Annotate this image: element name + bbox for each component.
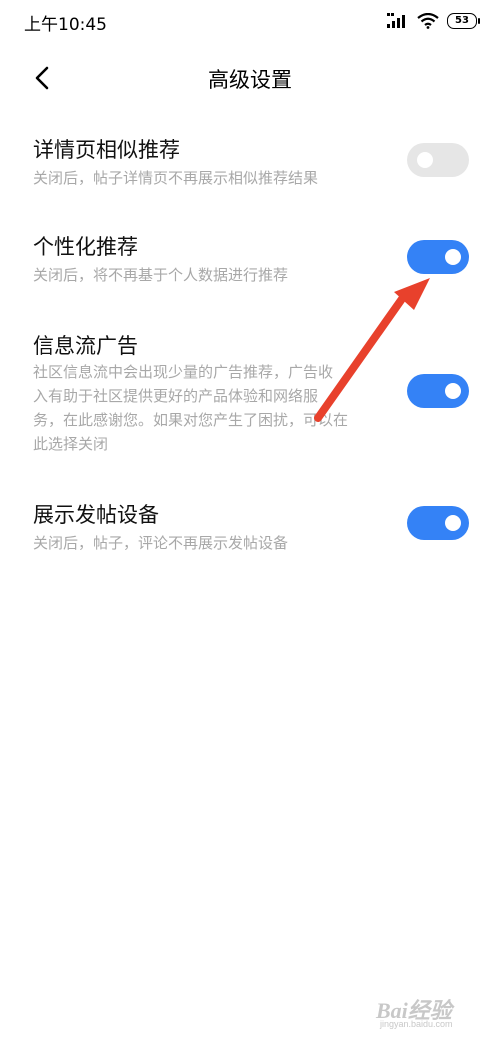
setting-title: 展示发帖设备 [33,503,159,527]
watermark: Bai经验 jingyan.baidu.com [376,991,486,1031]
status-bar: 上午10:45 53 [0,0,500,42]
header: 高级设置 [0,50,500,106]
toggle-personalized-recommendation[interactable] [407,240,469,274]
setting-desc: 关闭后，帖子详情页不再展示相似推荐结果 [33,169,319,187]
status-icons: 53 [387,12,480,30]
setting-desc: 关闭后，将不再基于个人数据进行推荐 [33,266,289,284]
watermark-sub: jingyan.baidu.com [380,1019,453,1029]
battery-icon: 53 [447,13,480,29]
battery-level: 53 [447,13,477,29]
status-time: 上午10:45 [24,15,107,35]
setting-title: 信息流广告 [33,334,138,358]
setting-feed-ads: 信息流广告 社区信息流中会出现少量的广告推荐，广告收 入有助于社区提供更好的产品… [0,330,500,460]
toggle-show-device[interactable] [407,506,469,540]
setting-desc-line: 务，在此感谢您。如果对您产生了困扰，可以在 [33,411,349,429]
setting-desc-line: 此选择关闭 [33,435,109,453]
setting-show-device: 展示发帖设备 关闭后，帖子，评论不再展示发帖设备 [0,499,500,579]
toggle-feed-ads[interactable] [407,374,469,408]
setting-desc-line: 社区信息流中会出现少量的广告推荐，广告收 [33,363,334,381]
setting-desc: 关闭后，帖子，评论不再展示发帖设备 [33,534,289,552]
setting-desc: 社区信息流中会出现少量的广告推荐，广告收 入有助于社区提供更好的产品体验和网络服… [33,360,393,456]
signal-icon [387,13,405,28]
setting-personalized-recommendation: 个性化推荐 关闭后，将不再基于个人数据进行推荐 [0,231,500,311]
setting-similar-recommendation: 详情页相似推荐 关闭后，帖子详情页不再展示相似推荐结果 [0,134,500,214]
page-title: 高级设置 [208,68,292,92]
wifi-icon [417,13,439,29]
setting-title: 个性化推荐 [33,235,138,259]
toggle-similar-recommendation[interactable] [407,143,469,177]
setting-desc-line: 入有助于社区提供更好的产品体验和网络服 [33,387,319,405]
setting-title: 详情页相似推荐 [33,138,180,162]
